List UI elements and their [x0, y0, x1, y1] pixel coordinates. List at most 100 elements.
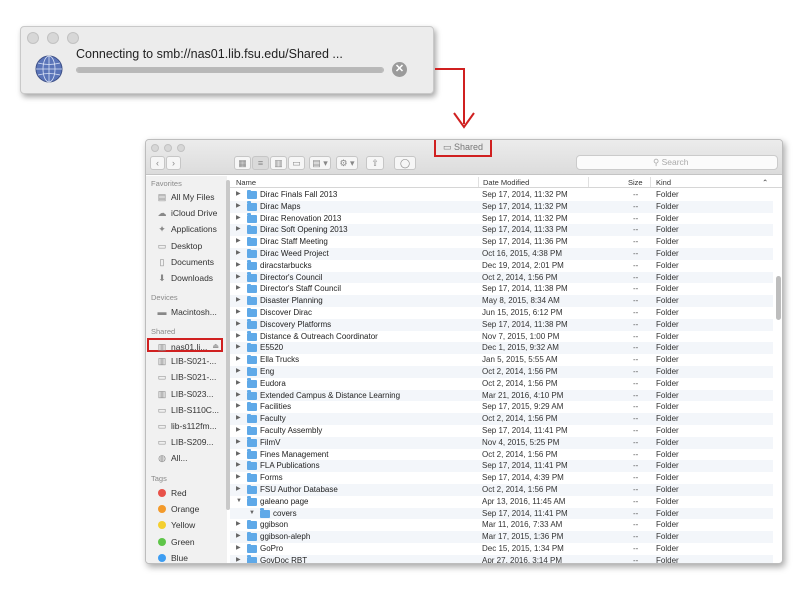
file-row[interactable]: ▶ GovDoc RBT Apr 27, 2016, 3:14 PM -- Folder	[230, 554, 773, 563]
icon-view-button[interactable]: ▦	[234, 156, 251, 170]
close-window-button[interactable]	[151, 144, 159, 152]
file-row[interactable]: ▼ covers Sep 17, 2014, 11:41 PM -- Folder	[230, 507, 773, 520]
column-size-header[interactable]: Size	[628, 178, 643, 187]
sidebar-item-shared-4[interactable]: ▭ LIB-S110C...	[156, 403, 225, 417]
list-view-button[interactable]: ≡	[252, 156, 269, 170]
file-row[interactable]: ▶ Eng Oct 2, 2014, 1:56 PM -- Folder	[230, 366, 773, 378]
minimize-window-button[interactable]	[47, 32, 59, 44]
arrange-button[interactable]: ▤ ▾	[309, 156, 331, 170]
file-row[interactable]: ▼ galeano page Apr 13, 2016, 11:45 AM -- Fol…	[230, 496, 773, 508]
disclosure-triangle-icon[interactable]: ▶	[236, 213, 241, 225]
disclosure-triangle-icon[interactable]: ▶	[236, 283, 241, 295]
minimize-window-button[interactable]	[164, 144, 172, 152]
disclosure-triangle-icon[interactable]: ▶	[236, 460, 241, 472]
file-row[interactable]: ▶ Discovery Platforms Sep 17, 2014, 11:38 …	[230, 318, 773, 331]
file-row[interactable]: ▶ Dirac Renovation 2013 Sep 17, 2014, 11:3…	[230, 213, 773, 225]
file-row[interactable]: ▶ Dirac Finals Fall 2013 Sep 17, 2014, 11:…	[230, 189, 773, 201]
disclosure-triangle-icon[interactable]: ▶	[236, 260, 241, 272]
cancel-connection-button[interactable]: ✕	[392, 62, 407, 77]
file-row[interactable]: ▶ Eudora Oct 2, 2014, 1:56 PM -- Folder	[230, 378, 773, 390]
file-row[interactable]: ▶ FilmV Nov 4, 2015, 5:25 PM -- Folder	[230, 436, 773, 449]
disclosure-triangle-icon[interactable]: ▶	[236, 331, 241, 343]
disclosure-triangle-icon[interactable]: ▶	[236, 543, 241, 555]
file-row[interactable]: ▶ Facilities Sep 17, 2015, 9:29 AM -- Folder	[230, 401, 773, 413]
file-row[interactable]: ▶ FLA Publications Sep 17, 2014, 11:41 PM -…	[230, 460, 773, 473]
sidebar-item-favorites-5[interactable]: ⬇ Downloads	[156, 271, 225, 285]
disclosure-triangle-icon[interactable]: ▶	[236, 236, 241, 248]
column-kind-header[interactable]: Kind	[656, 178, 671, 187]
sidebar-item-tags-2[interactable]: Yellow	[156, 518, 225, 532]
disclosure-triangle-icon[interactable]: ▼	[249, 508, 255, 520]
list-scrollbar[interactable]	[776, 276, 781, 320]
disclosure-triangle-icon[interactable]: ▶	[236, 224, 241, 236]
file-row[interactable]: ▶ Ella Trucks Jan 5, 2015, 5:55 AM -- Folder	[230, 354, 773, 366]
disclosure-triangle-icon[interactable]: ▶	[236, 555, 241, 563]
search-field[interactable]: ⚲ Search	[576, 155, 778, 170]
sidebar-item-shared-2[interactable]: ▭ LIB-S021-...	[156, 370, 225, 384]
sidebar-item-shared-3[interactable]: ▥ LIB-S023...	[156, 387, 225, 401]
sidebar-item-shared-0[interactable]: ▥ nas01.li... ⏏	[147, 338, 223, 352]
file-row[interactable]: ▶ Director's Staff Council Sep 17, 2014, 1…	[230, 283, 773, 295]
zoom-window-button[interactable]	[177, 144, 185, 152]
disclosure-triangle-icon[interactable]: ▶	[236, 189, 241, 201]
sidebar-item-devices-0[interactable]: ▬ Macintosh...	[156, 305, 225, 319]
file-row[interactable]: ▶ Forms Sep 17, 2014, 4:39 PM -- Folder	[230, 472, 773, 484]
sidebar-item-tags-4[interactable]: Blue	[156, 551, 225, 563]
disclosure-triangle-icon[interactable]: ▶	[236, 413, 241, 425]
disclosure-triangle-icon[interactable]: ▶	[236, 295, 241, 307]
sidebar-item-tags-3[interactable]: Green	[156, 535, 225, 549]
disclosure-triangle-icon[interactable]: ▶	[236, 401, 241, 413]
file-row[interactable]: ▶ Extended Campus & Distance Learning Mar …	[230, 389, 773, 402]
sidebar-item-favorites-0[interactable]: ▤ All My Files	[156, 190, 225, 204]
sidebar-item-favorites-2[interactable]: ✦ Applications	[156, 222, 225, 236]
disclosure-triangle-icon[interactable]: ▶	[236, 472, 241, 484]
disclosure-triangle-icon[interactable]: ▶	[236, 319, 241, 331]
disclosure-triangle-icon[interactable]: ▶	[236, 449, 241, 461]
file-row[interactable]: ▶ GoPro Dec 15, 2015, 1:34 PM -- Folder	[230, 543, 773, 555]
disclosure-triangle-icon[interactable]: ▶	[236, 519, 241, 531]
sidebar-item-shared-7[interactable]: ◍ All...	[156, 451, 225, 465]
forward-button[interactable]: ›	[166, 156, 181, 170]
column-name-header[interactable]: Name	[236, 178, 256, 187]
disclosure-triangle-icon[interactable]: ▶	[236, 201, 241, 213]
file-row[interactable]: ▶ Faculty Assembly Sep 17, 2014, 11:41 PM -…	[230, 425, 773, 437]
disclosure-triangle-icon[interactable]: ▶	[236, 425, 241, 437]
file-row[interactable]: ▶ FSU Author Database Oct 2, 2014, 1:56 PM…	[230, 484, 773, 496]
sidebar-item-tags-0[interactable]: Red	[156, 486, 225, 500]
disclosure-triangle-icon[interactable]: ▶	[236, 272, 241, 284]
disclosure-triangle-icon[interactable]: ▶	[236, 390, 241, 402]
share-button[interactable]: ⇧	[366, 156, 384, 170]
cover-flow-button[interactable]: ▭	[288, 156, 305, 170]
disclosure-triangle-icon[interactable]: ▶	[236, 342, 241, 354]
sidebar-item-shared-1[interactable]: ▥ LIB-S021-...	[156, 354, 225, 368]
file-row[interactable]: ▶ ggibson-aleph Mar 17, 2015, 1:36 PM -- Fol…	[230, 531, 773, 543]
sidebar-item-favorites-4[interactable]: ▯ Documents	[156, 255, 225, 269]
sidebar-item-shared-6[interactable]: ▭ LIB-S209...	[156, 435, 225, 449]
file-row[interactable]: ▶ Dirac Soft Opening 2013 Sep 17, 2014, 11…	[230, 224, 773, 237]
zoom-window-button[interactable]	[67, 32, 79, 44]
file-row[interactable]: ▶ Discover Dirac Jun 15, 2015, 6:12 PM -- Fo…	[230, 307, 773, 319]
disclosure-triangle-icon[interactable]: ▶	[236, 484, 241, 496]
file-row[interactable]: ▶ Disaster Planning May 8, 2015, 8:34 AM --…	[230, 295, 773, 307]
sidebar-item-favorites-3[interactable]: ▭ Desktop	[156, 239, 225, 253]
sidebar-item-tags-1[interactable]: Orange	[156, 502, 225, 516]
tags-button[interactable]: ◯	[394, 156, 416, 170]
file-row[interactable]: ▶ Dirac Weed Project Oct 16, 2015, 4:38 PM…	[230, 248, 773, 260]
sidebar-item-favorites-1[interactable]: ☁ iCloud Drive	[156, 206, 225, 220]
file-row[interactable]: ▶ E5520 Dec 1, 2015, 9:32 AM -- Folder	[230, 342, 773, 355]
file-row[interactable]: ▶ Faculty Oct 2, 2014, 1:56 PM -- Folder	[230, 413, 773, 425]
disclosure-triangle-icon[interactable]: ▼	[236, 496, 242, 508]
column-view-button[interactable]: ▥	[270, 156, 287, 170]
disclosure-triangle-icon[interactable]: ▶	[236, 248, 241, 260]
action-gear-button[interactable]: ⚙ ▾	[336, 156, 358, 170]
sidebar-item-shared-5[interactable]: ▭ lib-s112fm...	[156, 419, 225, 433]
file-row[interactable]: ▶ ggibson Mar 11, 2016, 7:33 AM -- Folder	[230, 519, 773, 531]
file-row[interactable]: ▶ Fines Management Oct 2, 2014, 1:56 PM -- F…	[230, 449, 773, 461]
disclosure-triangle-icon[interactable]: ▶	[236, 378, 241, 390]
file-row[interactable]: ▶ Dirac Staff Meeting Sep 17, 2014, 11:36 …	[230, 236, 773, 248]
close-window-button[interactable]	[27, 32, 39, 44]
disclosure-triangle-icon[interactable]: ▶	[236, 437, 241, 449]
eject-icon[interactable]: ⏏	[212, 340, 219, 354]
disclosure-triangle-icon[interactable]: ▶	[236, 366, 241, 378]
back-button[interactable]: ‹	[150, 156, 165, 170]
